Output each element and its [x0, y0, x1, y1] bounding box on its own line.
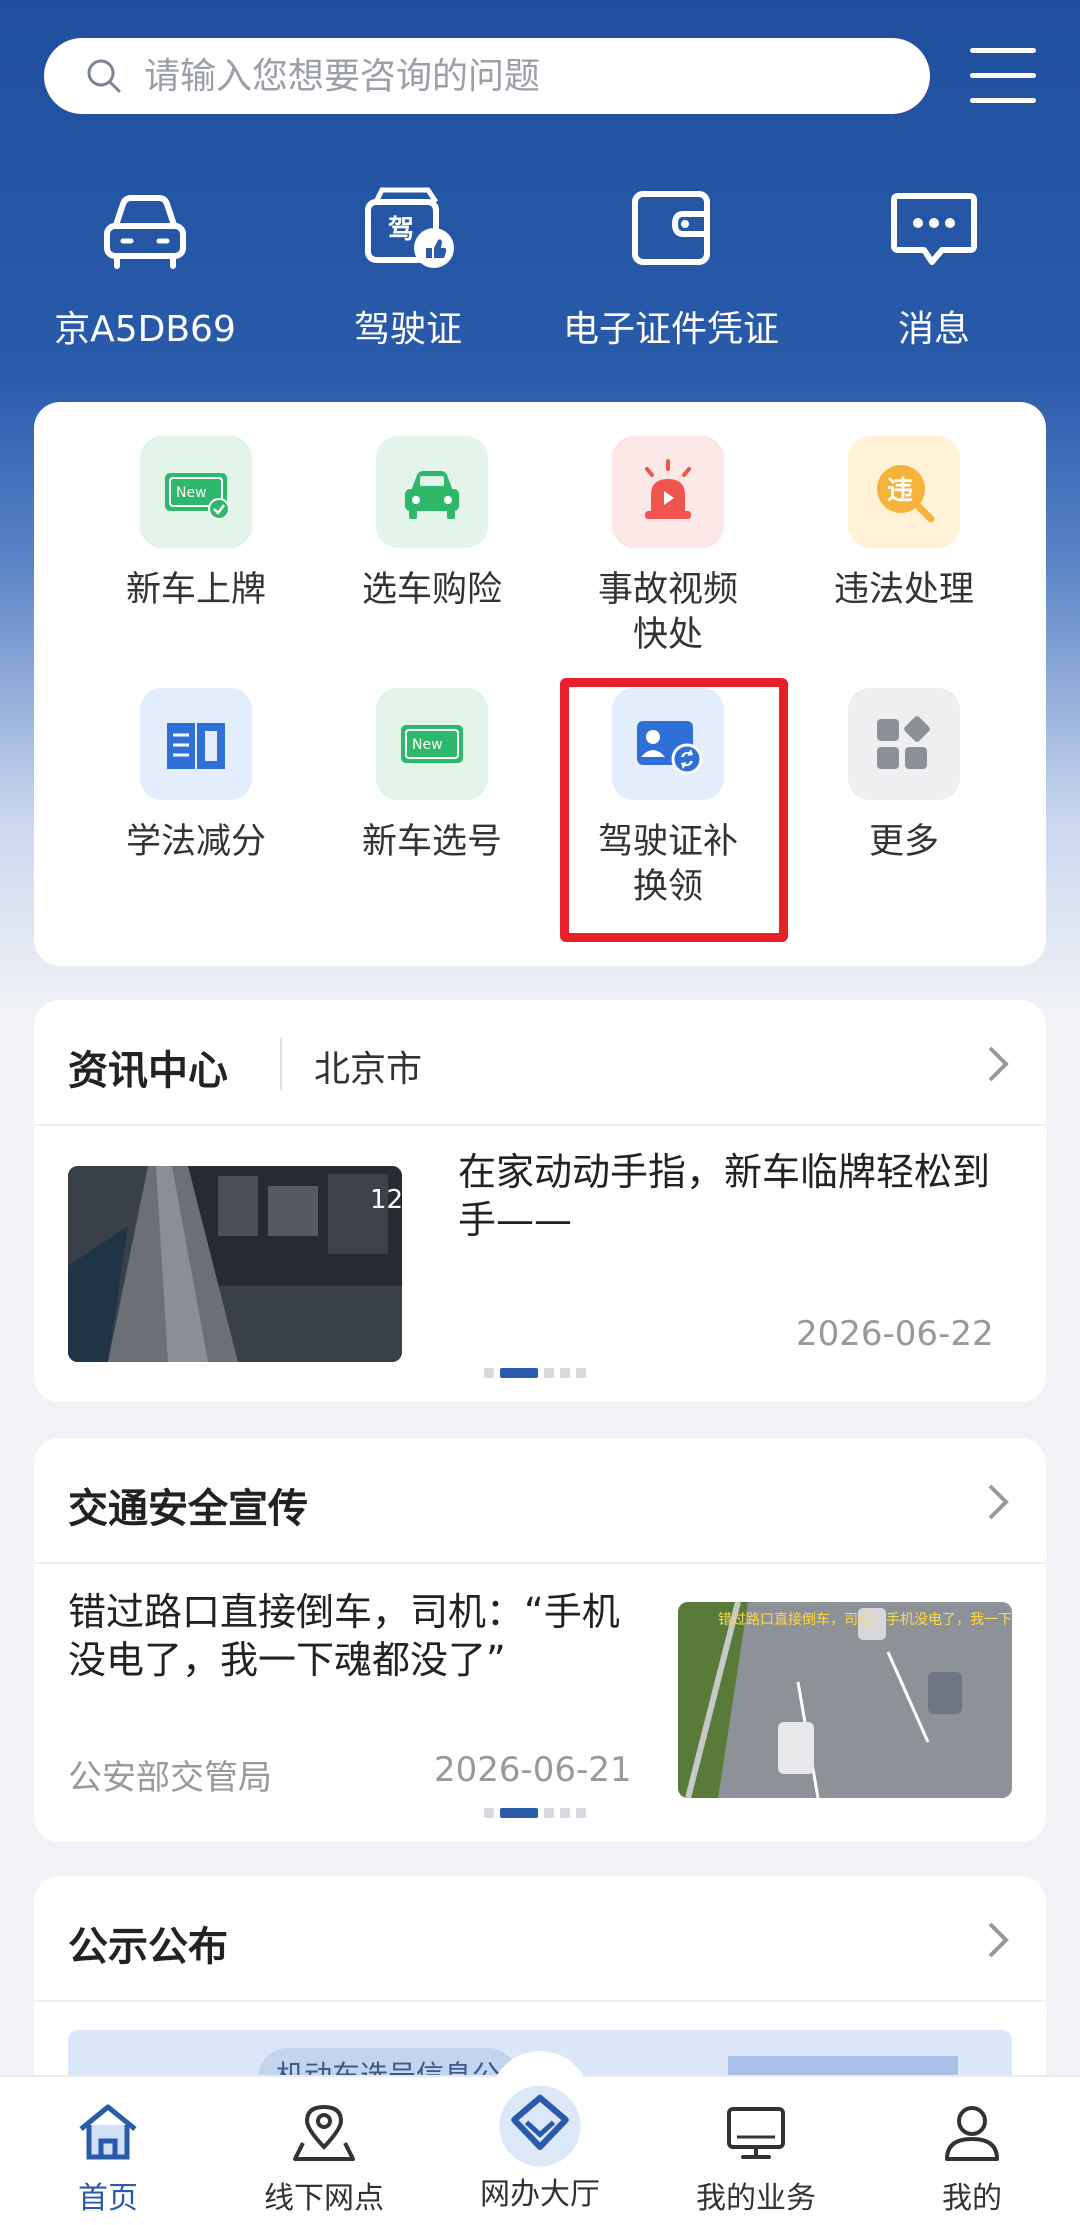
carousel-indicator [484, 1368, 586, 1378]
service-more[interactable]: 更多 [786, 688, 1022, 865]
notice-title: 公示公布 [68, 1924, 228, 1970]
nav-offline-outlets[interactable]: 线下网点 [216, 2077, 432, 2225]
nav-label: 网办大厅 [480, 2177, 600, 2212]
nav-label: 线下网点 [264, 2181, 384, 2216]
quick-access-row: 京A5DB69 驾 驾驶证 电子证件凭证 消息 [0, 170, 1080, 350]
service-new-plate[interactable]: New 新车上牌 [78, 436, 314, 613]
service-label: 事故视频快处 [597, 570, 738, 655]
safety-article-title[interactable]: 错过路口直接倒车，司机：“手机没电了，我一下魂都没了” [68, 1588, 648, 1684]
carousel-indicator [484, 1808, 586, 1818]
thumb-caption: 错过路口直接倒车，司机：手机没电了，我一下魂都没了 [718, 1611, 1012, 1628]
person-icon [945, 2106, 999, 2161]
monitor-icon [727, 2107, 785, 2159]
nav-my-business[interactable]: 我的业务 [648, 2077, 864, 2225]
safety-card: 交通安全宣传 错过路口直接倒车，司机：“手机没电了，我一下魂都没了” 公安部交管… [34, 1438, 1046, 1842]
service-label: 新车上牌 [125, 570, 266, 610]
svg-text:New: New [412, 737, 443, 753]
news-article-title[interactable]: 在家动动手指，新车临牌轻松到手—— [458, 1148, 1018, 1244]
hall-icon [499, 2085, 581, 2167]
book-icon [140, 688, 252, 800]
chevron-right-icon[interactable] [980, 1044, 1016, 1084]
service-label: 选车购险 [361, 570, 502, 610]
search-bar[interactable] [44, 38, 930, 114]
svg-text:New: New [176, 485, 207, 501]
quick-item-plate[interactable]: 京A5DB69 [15, 170, 275, 350]
more-icon [848, 688, 960, 800]
nav-label: 我的业务 [696, 2181, 816, 2216]
safety-header[interactable]: 交通安全宣传 [34, 1438, 1046, 1564]
car-insurance-icon [376, 436, 488, 548]
service-violation[interactable]: 违 违法处理 [786, 436, 1022, 613]
city-selector[interactable]: 北京市 [314, 1040, 422, 1092]
chevron-right-icon[interactable] [980, 1482, 1016, 1522]
wallet-icon [632, 191, 710, 265]
location-icon [293, 2104, 355, 2161]
service-study-law[interactable]: 学法减分 [78, 688, 314, 865]
quick-label: 京A5DB69 [54, 309, 236, 350]
safety-thumbnail[interactable]: 错过路口直接倒车，司机：手机没电了，我一下魂都没了 [678, 1602, 1012, 1798]
license-icon: 驾 [365, 187, 454, 268]
article-source: 公安部交管局 [68, 1758, 272, 1798]
nav-online-hall[interactable]: 网办大厅 [432, 2051, 648, 2225]
menu-button[interactable] [970, 48, 1036, 104]
service-label: 新车选号 [361, 822, 502, 862]
service-car-insurance[interactable]: 选车购险 [314, 436, 550, 613]
message-icon [891, 193, 977, 265]
services-card: New 新车上牌 选车购险 事故视频快处 违 违法处理 学法减分 New 新车选… [34, 402, 1046, 966]
home-icon [79, 2104, 137, 2160]
news-thumbnail[interactable]: 12 [68, 1166, 402, 1362]
quick-item-e-cert[interactable]: 电子证件凭证 [541, 170, 801, 350]
top-bar [0, 0, 1080, 150]
new-number-icon: New [376, 688, 488, 800]
svg-text:违: 违 [887, 476, 913, 506]
search-input[interactable] [144, 55, 904, 97]
chevron-right-icon[interactable] [980, 1920, 1016, 1960]
quick-label: 消息 [897, 309, 970, 350]
svg-text:驾: 驾 [388, 215, 414, 245]
article-date: 2026-06-21 [434, 1750, 632, 1790]
new-plate-icon: New [140, 436, 252, 548]
svg-text:12: 12 [370, 1185, 402, 1215]
notice-header[interactable]: 公示公布 [34, 1876, 1046, 2002]
car-icon [104, 195, 186, 269]
quick-item-license[interactable]: 驾 驾驶证 [278, 170, 538, 350]
nav-home[interactable]: 首页 [0, 2077, 216, 2225]
nav-label: 我的 [942, 2181, 1002, 2216]
service-label: 更多 [868, 822, 939, 862]
search-icon [87, 59, 121, 93]
safety-title: 交通安全宣传 [68, 1486, 308, 1532]
highlight-annotation [560, 678, 788, 942]
news-center-title: 资讯中心 [68, 1048, 228, 1094]
bottom-nav: 首页 线下网点 网办大厅 我的业务 我的 [0, 2051, 1080, 2225]
news-center-header[interactable]: 资讯中心 北京市 [34, 1000, 1046, 1126]
quick-label: 电子证件凭证 [562, 309, 779, 350]
violation-icon: 违 [848, 436, 960, 548]
divider [280, 1038, 282, 1090]
service-label: 违法处理 [833, 570, 974, 610]
news-center-card: 资讯中心 北京市 12 在家动动手指，新车临牌轻松到手—— 2026-06-22 [34, 1000, 1046, 1402]
quick-label: 驾驶证 [353, 309, 462, 350]
alarm-icon [612, 436, 724, 548]
service-new-number[interactable]: New 新车选号 [314, 688, 550, 865]
nav-label: 首页 [78, 2181, 138, 2216]
service-label: 学法减分 [125, 822, 266, 862]
quick-item-messages[interactable]: 消息 [804, 170, 1064, 350]
service-accident-video[interactable]: 事故视频快处 [550, 436, 786, 658]
nav-mine[interactable]: 我的 [864, 2077, 1080, 2225]
news-date: 2026-06-22 [796, 1314, 994, 1354]
